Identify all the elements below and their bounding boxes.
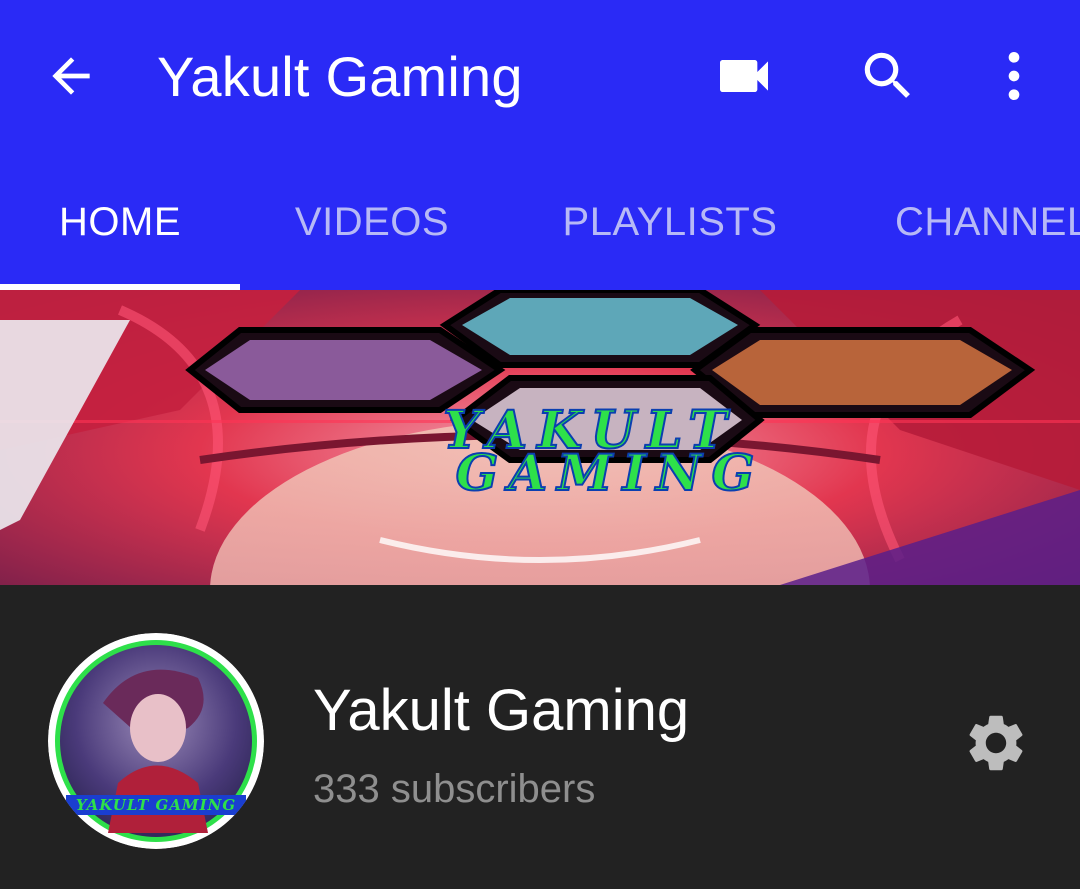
search-button[interactable] [852,40,924,112]
upload-video-button[interactable] [708,40,780,112]
video-camera-icon [720,60,768,92]
tab-channels[interactable]: CHANNELS [895,155,1080,290]
banner-artwork: YAKULT GAMING [0,290,1080,585]
avatar-image: YAKULT GAMING [48,633,264,849]
channel-settings-button[interactable] [958,705,1034,781]
more-options-button[interactable] [978,40,1050,112]
back-button[interactable] [38,43,104,109]
banner-title-line2: GAMING [456,443,765,502]
tab-playlists[interactable]: PLAYLISTS [540,155,800,290]
gear-icon [969,715,1023,771]
page-title: Yakult Gaming [157,45,523,108]
arrow-back-icon [52,57,90,95]
tab-bar: HOME VIDEOS PLAYLISTS CHANNELS [0,155,1080,290]
channel-info: YAKULT GAMING Yakult Gaming 333 subscrib… [0,585,1080,889]
avatar-label: YAKULT GAMING [76,796,236,814]
channel-banner: YAKULT GAMING [0,290,1080,585]
more-vert-icon [1008,52,1020,100]
subscriber-count: 333 subscribers [313,767,596,811]
avatar[interactable]: YAKULT GAMING [48,633,264,849]
channel-page: Yakult Gaming HOME VIDEOS PLAYLISTS CHAN… [0,0,1080,889]
app-bar: Yakult Gaming [0,0,1080,155]
search-icon [864,52,910,98]
channel-name: Yakult Gaming [313,678,690,743]
tab-videos[interactable]: VIDEOS [252,155,492,290]
tab-home[interactable]: HOME [0,155,240,290]
